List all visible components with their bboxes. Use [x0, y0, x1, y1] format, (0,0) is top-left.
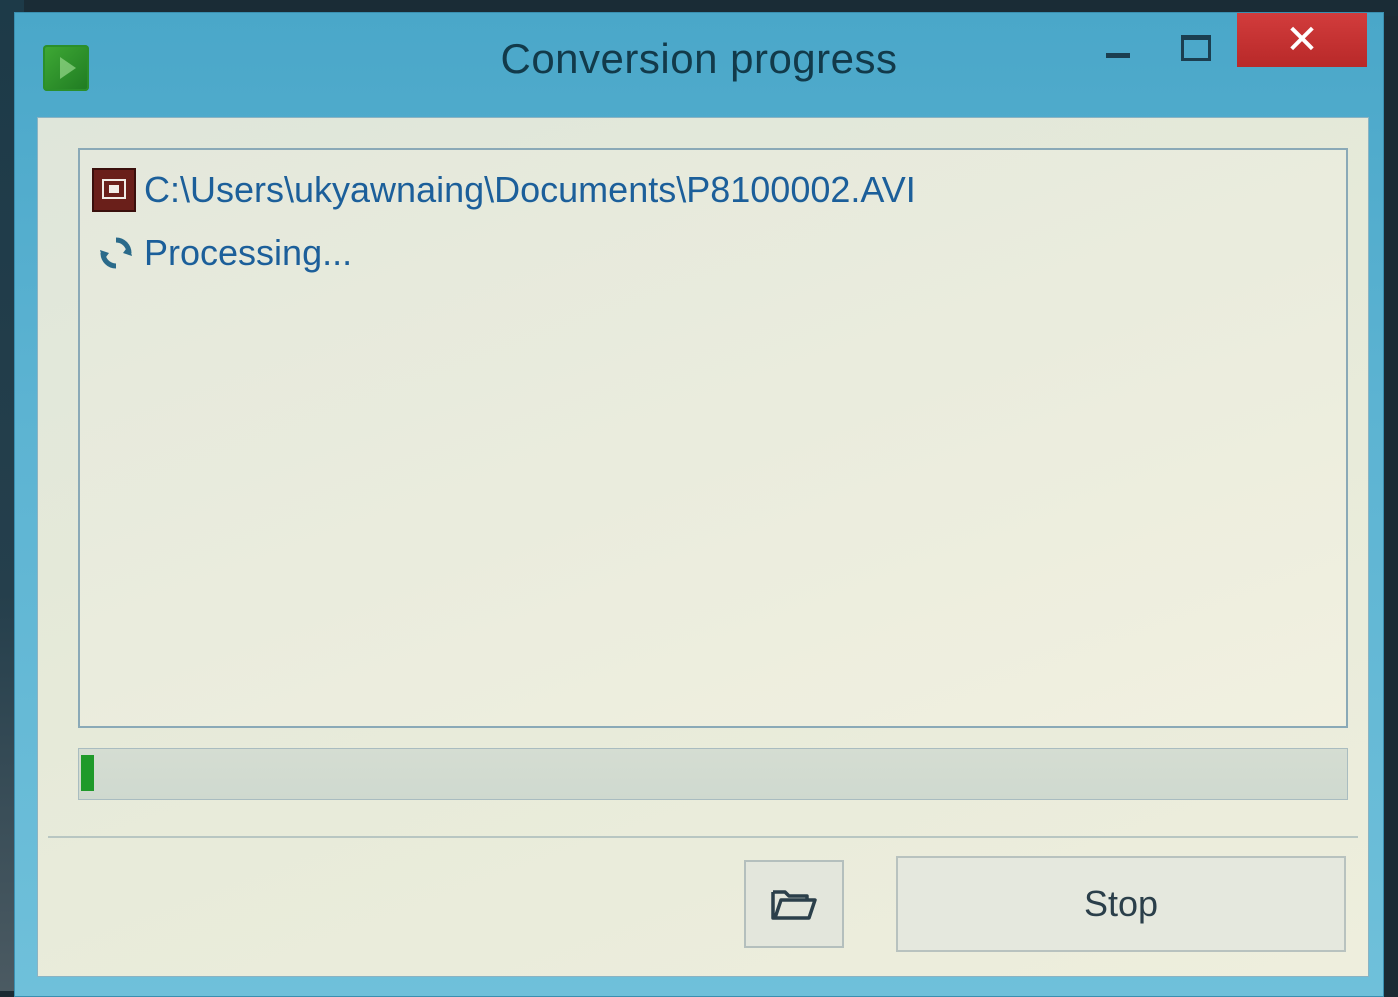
divider: [48, 836, 1358, 838]
video-file-icon: [92, 168, 136, 212]
stop-button-label: Stop: [1083, 883, 1159, 924]
folder-open-icon: [771, 890, 817, 920]
conversion-log[interactable]: C:\Users\ukyawnaing\Documents\P8100002.A…: [78, 148, 1348, 728]
open-folder-button[interactable]: [744, 860, 844, 948]
minimize-button[interactable]: [1081, 19, 1155, 77]
progress-bar-fill: [81, 755, 94, 791]
file-path: C:\Users\ukyawnaing\Documents\P8100002.A…: [144, 169, 916, 210]
title-bar[interactable]: Conversion progress ✕: [15, 13, 1383, 105]
stop-button[interactable]: Stop: [896, 856, 1346, 952]
dialog-body: C:\Users\ukyawnaing\Documents\P8100002.A…: [37, 117, 1369, 977]
log-status-entry: Processing...: [92, 232, 352, 274]
progress-bar: [78, 748, 1348, 800]
conversion-progress-window: Conversion progress ✕ C:\Users\ukyawnain…: [14, 12, 1384, 997]
maximize-icon: [1181, 35, 1211, 61]
refresh-icon: [98, 235, 134, 271]
log-file-entry: C:\Users\ukyawnaing\Documents\P8100002.A…: [92, 168, 916, 212]
maximize-button[interactable]: [1159, 19, 1233, 77]
status-text: Processing...: [144, 232, 353, 273]
close-icon: ✕: [1285, 18, 1319, 62]
close-button[interactable]: ✕: [1237, 13, 1367, 67]
minimize-icon: [1106, 52, 1130, 58]
